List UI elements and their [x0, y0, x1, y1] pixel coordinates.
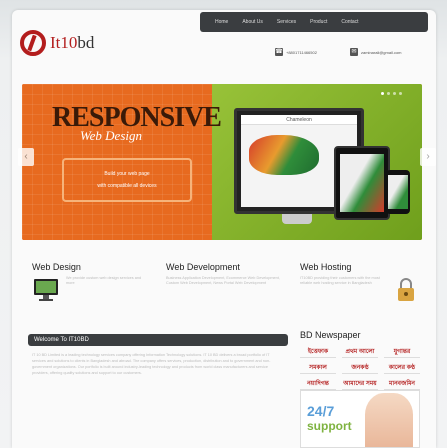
newspaper-heading: BD Newspaper [300, 330, 361, 340]
mail-icon: ✉ [350, 48, 358, 56]
chameleon-image [249, 135, 319, 175]
support-agent-image [365, 393, 413, 447]
newspaper-link[interactable]: মানবজমিন [384, 378, 420, 390]
site-logo[interactable]: It10bd [20, 30, 94, 56]
monitor-icon [34, 279, 58, 301]
padlock-icon [398, 278, 414, 301]
newspaper-link[interactable]: কালের কণ্ঠ [384, 362, 420, 374]
email-address[interactable]: zaminarali@gmail.com [361, 50, 402, 55]
slider-note-line1: Build your web page [104, 171, 150, 177]
logo-brand-tail: bd [77, 33, 95, 52]
welcome-heading-bar: Welcome To IT10BD [28, 334, 288, 346]
service-title-web-design[interactable]: Web Design [32, 262, 81, 272]
phone-icon: ☎ [275, 48, 283, 56]
monitor-stand [282, 214, 312, 224]
nav-services[interactable]: Services [270, 19, 303, 25]
service-text-web-design: We provide custom web design services an… [66, 276, 142, 285]
newspaper-link[interactable]: প্রথম আলো [342, 346, 378, 358]
nav-contact[interactable]: Contact [334, 19, 365, 25]
newspaper-link[interactable]: জনকণ্ঠ [342, 362, 378, 374]
newspaper-link[interactable]: যুগান্তর [384, 346, 420, 358]
slider-note: Build your web page with compatible all … [62, 158, 192, 202]
nav-product[interactable]: Product [303, 19, 334, 25]
phone-number: +8801711466502 [286, 49, 317, 55]
newspaper-link[interactable]: নয়াদিগন্ত [300, 378, 336, 390]
slider-note-line2: with compatible all devices [97, 183, 157, 189]
slider-pagination [381, 92, 402, 95]
support-hours: 24/7 [307, 403, 335, 419]
slider-dot[interactable] [393, 92, 396, 95]
tablet-image [334, 146, 390, 220]
newspaper-links: ইত্তেফাক প্রথম আলো যুগান্তর সমকাল জনকণ্ঠ… [300, 346, 420, 390]
service-title-web-hosting[interactable]: Web Hosting [300, 262, 351, 272]
logo-text: It10bd [50, 33, 94, 53]
hero-slider: RESPONSIVE Web Design Build your web pag… [22, 84, 422, 240]
service-text-web-development: Business Application Development, Ecomme… [166, 276, 280, 285]
service-title-web-development[interactable]: Web Development [166, 262, 240, 272]
slider-subhead: Web Design [80, 128, 142, 143]
slider-dot[interactable] [387, 92, 390, 95]
monitor-screen-title: Chameleon [241, 115, 357, 125]
top-nav: Home About Us Services Product Contact [200, 12, 428, 32]
phone-image [386, 170, 410, 214]
email-contact[interactable]: ✉ zaminarali@gmail.com [350, 48, 402, 56]
nav-about[interactable]: About Us [235, 19, 270, 25]
welcome-body-text: IT 10 BD Limited is a leading technology… [32, 353, 271, 375]
slider-next-button[interactable]: › [420, 148, 436, 166]
nav-home[interactable]: Home [208, 19, 235, 25]
support-banner[interactable]: 24/7 support [300, 390, 420, 448]
newspaper-link[interactable]: ইত্তেফাক [300, 346, 336, 358]
slider-prev-button[interactable]: ‹ [18, 148, 34, 166]
logo-brand-accent: 10 [60, 33, 78, 52]
slider-dot[interactable] [381, 92, 384, 95]
logo-icon [20, 30, 46, 56]
support-label: support [307, 419, 352, 433]
logo-brand: It [50, 33, 61, 52]
slider-dot[interactable] [399, 92, 402, 95]
newspaper-link[interactable]: সমকাল [300, 362, 336, 374]
service-text-web-hosting: IT10BD providing their customers with th… [300, 276, 380, 285]
phone-contact: ☎ +8801711466502 [275, 48, 317, 56]
newspaper-link[interactable]: আমাদের সময় [342, 378, 378, 390]
